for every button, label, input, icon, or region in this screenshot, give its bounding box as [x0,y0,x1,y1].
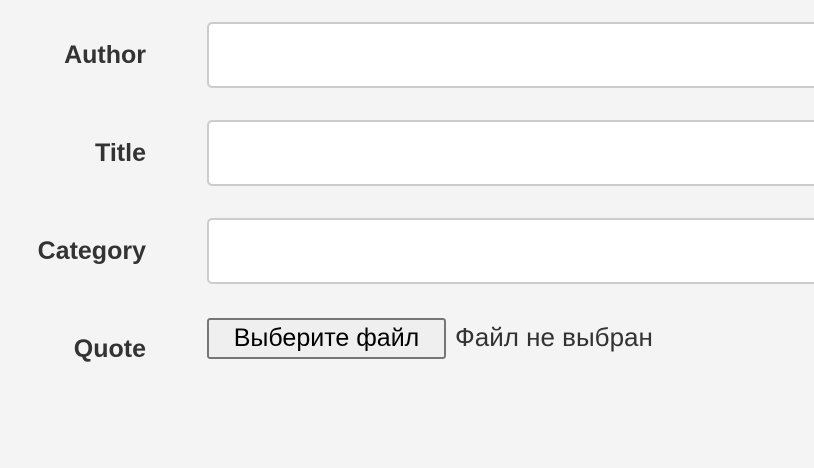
category-label: Category [37,237,146,265]
choose-file-button[interactable]: Выберите файл [207,318,446,359]
author-label: Author [64,41,146,69]
quote-upload-form: Author Title Category Quote Выберите фай… [0,0,814,468]
quote-label: Quote [73,335,146,363]
title-label: Title [95,139,146,167]
file-status-text: Файл не выбран [455,322,653,352]
title-input[interactable] [207,120,814,186]
author-input[interactable] [207,22,814,88]
category-input[interactable] [207,218,814,284]
